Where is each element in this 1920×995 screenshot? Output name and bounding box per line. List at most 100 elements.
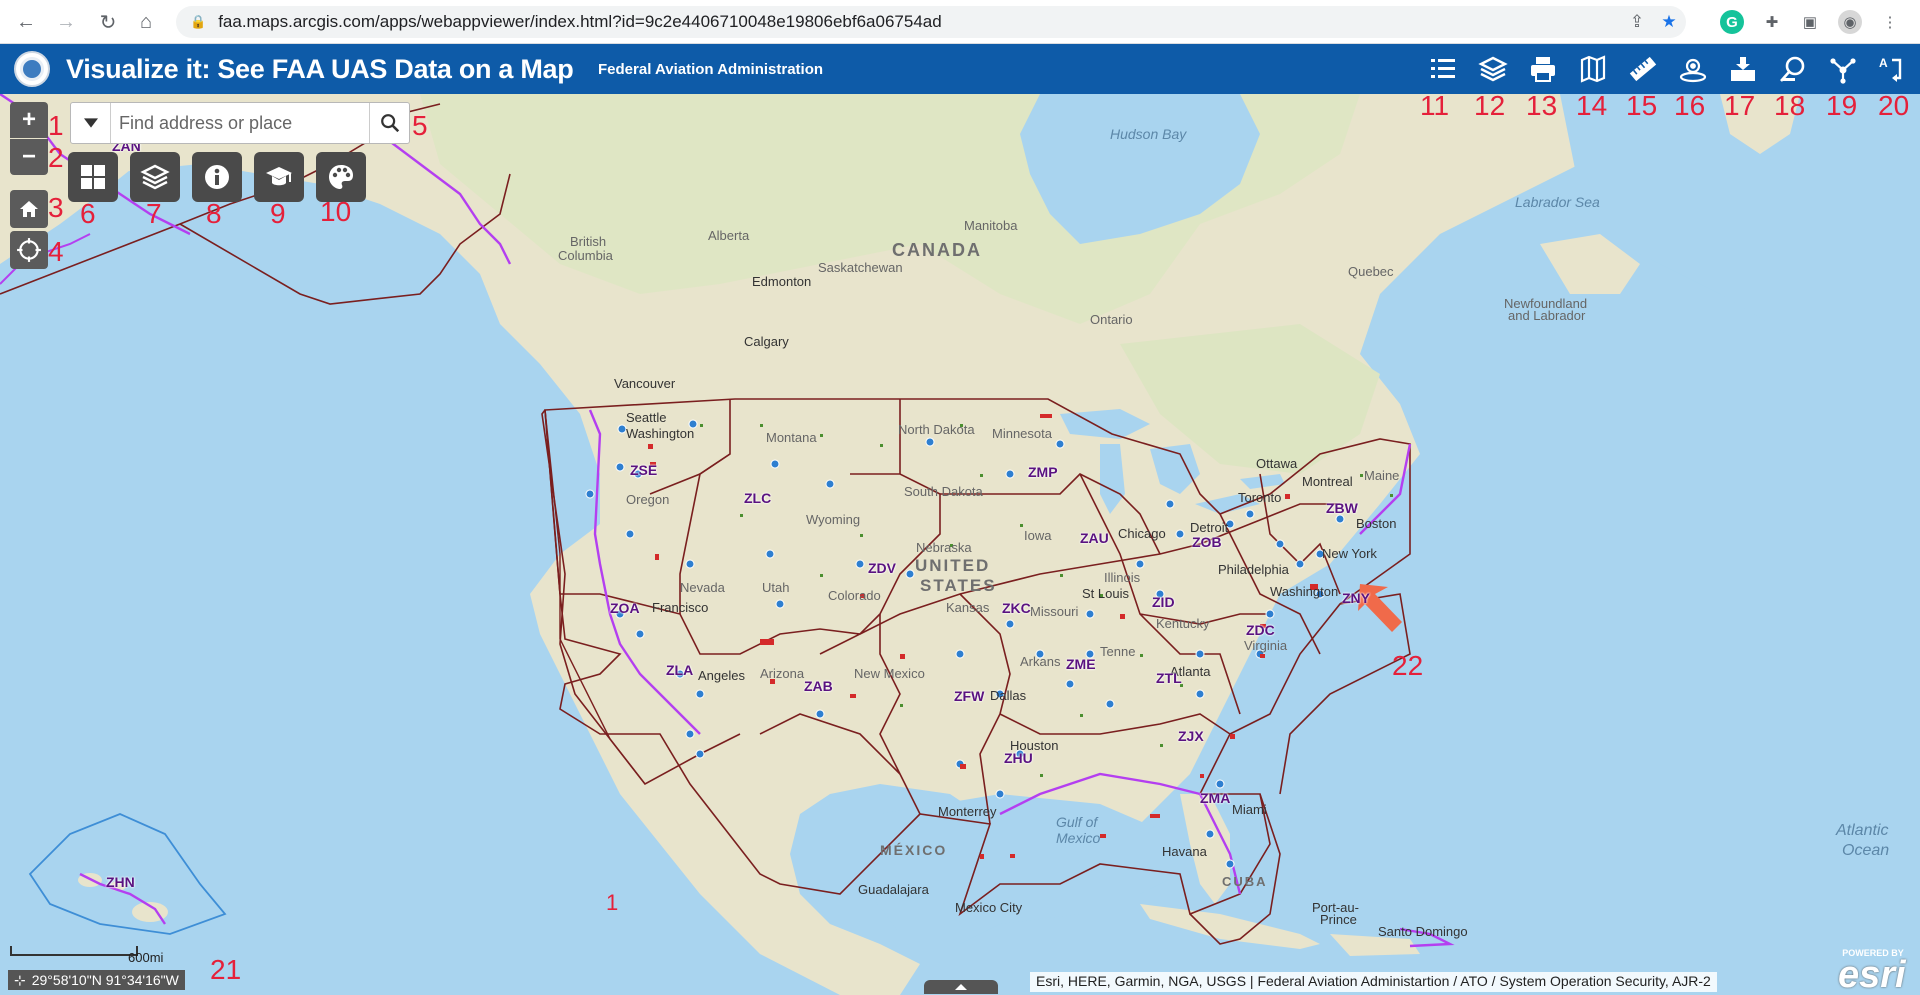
attribute-table-toggle[interactable] [924,980,998,994]
region-label: Saskatchewan [818,260,903,275]
region-label: North Dakota [898,422,975,437]
coordinate-display[interactable]: ⊹ 29°58'10"N 91°34'16"W [8,970,185,990]
print-icon[interactable] [1526,52,1560,86]
labrador-sea-label: Labrador Sea [1515,194,1600,210]
annotation-number: 11 [1420,94,1450,121]
annotation-number: 19 [1826,94,1858,121]
city-label: Monterrey [938,804,997,819]
artcc-label: ZNY [1342,590,1370,606]
zoom-in-button[interactable]: + [10,102,48,138]
region-label: Arkans [1020,654,1061,669]
menu-icon[interactable]: ⋮ [1878,10,1902,34]
region-label: Columbia [558,248,613,263]
city-label: Francisco [652,600,709,615]
annotation-number: 8 [206,198,222,229]
add-data-icon[interactable] [1726,52,1760,86]
palette-icon [329,165,353,189]
home-button[interactable] [10,190,48,228]
city-label: Dallas [990,688,1027,703]
city-label: Washington [626,426,695,441]
annotation-number: 14 [1576,94,1608,121]
city-label: Santo Domingo [1378,924,1468,939]
region-label: Quebec [1348,264,1394,279]
basemap-widget-button[interactable] [316,152,366,202]
region-label: Kansas [946,600,990,615]
basemap-gallery-icon[interactable] [1576,52,1610,86]
search-source-dropdown[interactable] [71,103,111,143]
share-tool-icon[interactable] [1826,52,1860,86]
legend-icon[interactable] [1426,52,1460,86]
home-icon[interactable]: ⌂ [132,8,160,36]
artcc-label: ZOB [1192,534,1222,550]
city-label: Miami [1232,802,1267,817]
artcc-label: ZDV [868,560,896,576]
artcc-label: ZMP [1028,464,1058,480]
star-icon[interactable]: ★ [1658,12,1680,34]
annotation-number: 17 [1724,94,1756,121]
url-text: faa.maps.arcgis.com/apps/webappviewer/in… [218,12,942,31]
launchpad-widget-button[interactable] [68,152,118,202]
hudson-bay-label: Hudson Bay [1110,126,1187,142]
artcc-label: ZLC [744,490,772,506]
search-input[interactable] [117,109,357,137]
share-icon[interactable]: ⇪ [1626,12,1648,34]
city-label: New York [1322,546,1377,561]
zoom-out-symbol: − [21,143,36,170]
annotation-number: 7 [146,198,162,229]
artcc-label: ZOA [610,600,640,616]
artcc-label: ZTL [1156,670,1182,686]
mexico-label: MÉXICO [880,842,948,858]
education-widget-button[interactable] [254,152,304,202]
extensions-icon[interactable]: ✚ [1760,10,1784,34]
grammarly-icon[interactable]: G [1720,10,1744,34]
layer-list-widget-button[interactable] [130,152,180,202]
artcc-label: ZME [1066,656,1096,672]
forward-icon[interactable]: → [52,8,80,36]
search-button[interactable] [369,103,409,143]
zoom-in-symbol: + [21,106,36,133]
chevron-up-icon [955,984,967,990]
zoom-out-button[interactable]: − [10,139,48,175]
info-widget-button[interactable] [192,152,242,202]
faa-logo [14,51,50,87]
artcc-label: ZDC [1246,622,1275,638]
region-label: Illinois [1104,570,1141,585]
region-label: Colorado [828,588,881,603]
search-widget [70,102,410,144]
esri-logo[interactable]: POWERED BY esri [1838,948,1908,995]
annotation-number: 20 [1878,94,1910,121]
near-me-icon[interactable] [1676,52,1710,86]
app-title: Visualize it: See FAA UAS Data on a Map [66,54,574,84]
region-label: Nebraska [916,540,972,555]
artcc-label: ZID [1152,594,1175,610]
info-icon [205,165,229,189]
crosshair-icon: ⊹ [14,971,26,988]
esri-label: esri [1838,954,1906,995]
annotation-number: 1 [606,890,619,915]
sidepanel-icon[interactable]: ▣ [1798,10,1822,34]
query-icon[interactable] [1776,52,1810,86]
reload-icon[interactable]: ↻ [94,8,122,36]
artcc-label: ZFW [954,688,985,704]
annotation-number: 21 [210,954,242,985]
annotation-number: 3 [48,192,64,223]
locate-button[interactable] [10,231,48,269]
artcc-label: ZLA [666,662,694,678]
about-icon[interactable]: A [1874,52,1908,86]
layers-icon[interactable] [1476,52,1510,86]
region-label: Manitoba [964,218,1018,233]
city-label: Prince [1320,912,1357,927]
layer-list-icon [140,164,170,190]
address-bar[interactable]: 🔒 faa.maps.arcgis.com/apps/webappviewer/… [176,6,1686,38]
artcc-label: ZAU [1080,530,1109,546]
profile-icon[interactable]: ◉ [1838,10,1862,34]
attribution-text: Esri, HERE, Garmin, NGA, USGS | Federal … [1030,972,1717,992]
launchpad-icon [81,165,105,189]
annotation-number: 18 [1774,94,1806,121]
annotation-number: 13 [1526,94,1558,121]
city-label: Washington [1270,584,1339,599]
cuba-label: CUBA [1222,874,1268,889]
back-icon[interactable]: ← [12,8,40,36]
measurement-icon[interactable] [1626,52,1660,86]
map-view[interactable]: Hudson Bay Labrador Sea Gulf of Mexico A… [0,94,1920,995]
